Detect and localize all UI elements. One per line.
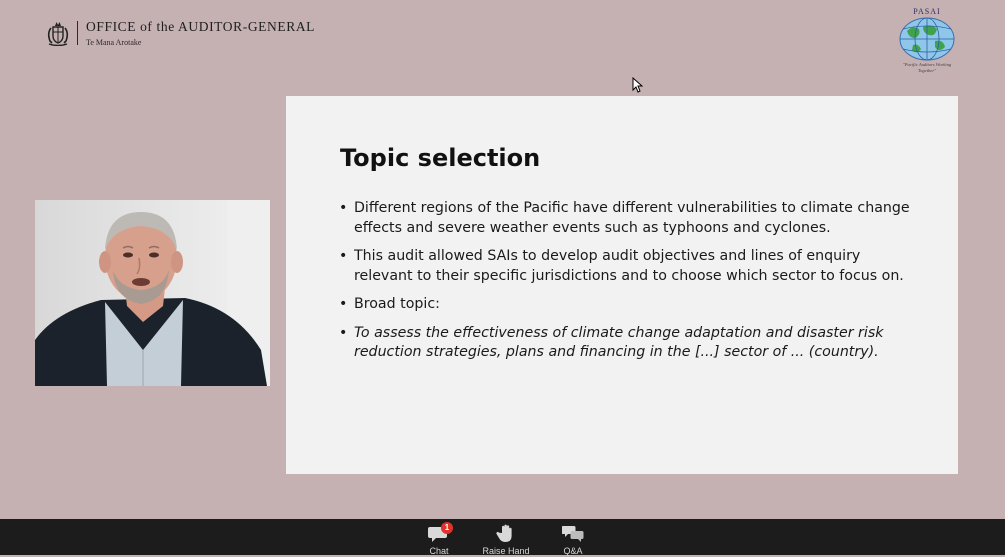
nz-coat-of-arms-icon xyxy=(47,22,69,46)
oag-logo: OFFICE of the AUDITOR-GENERAL Te Mana Ar… xyxy=(46,20,315,50)
qa-button[interactable]: Q&A xyxy=(543,524,603,557)
chat-icon: 1 xyxy=(428,522,453,544)
pasai-motto: "Pacific Auditors Working Together" xyxy=(902,62,952,73)
slide-bullet: To assess the effectiveness of climate c… xyxy=(338,324,918,363)
pasai-logo: PASAI "Pacific Auditors Working Together… xyxy=(891,8,963,80)
slide-bullet: Broad topic: xyxy=(338,295,918,315)
oag-title: OFFICE of the AUDITOR-GENERAL xyxy=(86,19,316,34)
speaker-video-image xyxy=(35,200,270,386)
slide-bullet-list: Different regions of the Pacific have di… xyxy=(338,199,918,372)
raise-hand-button[interactable]: Raise Hand xyxy=(476,524,536,557)
slide-title: Topic selection xyxy=(340,144,541,172)
globe-icon xyxy=(899,17,955,61)
chat-unread-badge: 1 xyxy=(441,522,453,534)
slide-bullet: This audit allowed SAIs to develop audit… xyxy=(338,247,918,286)
chat-button[interactable]: 1 Chat xyxy=(409,522,469,557)
slide-bullet: Different regions of the Pacific have di… xyxy=(338,199,918,238)
speaker-video[interactable] xyxy=(35,200,270,386)
qa-icon xyxy=(561,524,584,544)
presentation-slide: Topic selection Different regions of the… xyxy=(286,96,958,474)
hand-icon xyxy=(495,524,517,544)
meeting-toolbar: 1 Chat Raise Hand Q&A xyxy=(0,519,1005,557)
pasai-name: PASAI xyxy=(913,7,941,16)
mouse-cursor-icon xyxy=(632,77,643,93)
chat-label: Chat xyxy=(429,546,449,556)
raise-hand-label: Raise Hand xyxy=(482,546,530,556)
logo-divider xyxy=(77,21,78,45)
oag-subtitle: Te Mana Arotake xyxy=(86,37,142,47)
qa-label: Q&A xyxy=(563,546,583,556)
